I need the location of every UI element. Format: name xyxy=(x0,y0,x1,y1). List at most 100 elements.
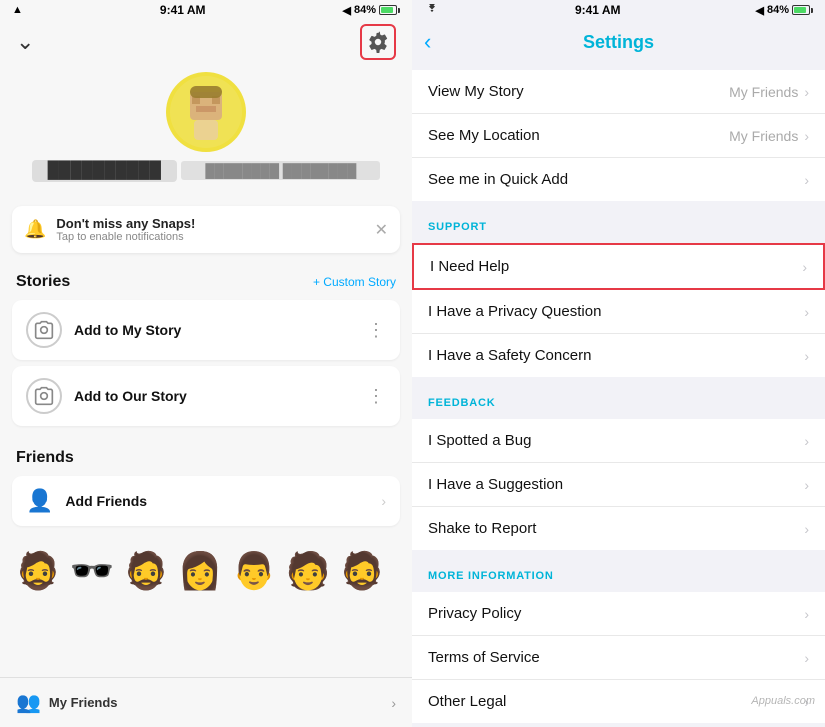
add-my-story-item[interactable]: Add to My Story ⋮ xyxy=(12,300,400,360)
view-my-story-label: View My Story xyxy=(428,83,729,100)
see-my-location-chevron: › xyxy=(804,128,809,144)
feedback-section-label: FEEDBACK xyxy=(412,383,825,413)
close-icon[interactable]: ✕ xyxy=(375,220,388,240)
left-time: 9:41 AM xyxy=(160,3,206,17)
privacy-group: View My Story My Friends › See My Locati… xyxy=(412,70,825,201)
my-friends-label[interactable]: My Friends xyxy=(49,695,118,710)
right-status-bar: 9:41 AM ◀ 84% xyxy=(412,0,825,20)
see-my-location-label: See My Location xyxy=(428,127,729,144)
other-legal-label: Other Legal xyxy=(428,693,804,710)
friend-avatar-3[interactable]: 🧔 xyxy=(120,537,172,605)
safety-concern-chevron: › xyxy=(804,348,809,364)
privacy-policy-chevron: › xyxy=(804,606,809,622)
shake-to-report-row[interactable]: Shake to Report › xyxy=(412,507,825,550)
bottom-tab-bar: 👥 My Friends › xyxy=(0,677,412,727)
custom-story-button[interactable]: + Custom Story xyxy=(313,275,396,289)
right-time: 9:41 AM xyxy=(575,3,621,17)
battery-icon xyxy=(379,5,400,15)
friends-section: Friends 👤 Add Friends › xyxy=(0,429,412,533)
see-my-location-row[interactable]: See My Location My Friends › xyxy=(412,114,825,158)
privacy-question-label: I Have a Privacy Question xyxy=(428,303,804,320)
wifi-icon xyxy=(424,4,440,14)
my-story-menu-icon[interactable]: ⋮ xyxy=(367,320,386,341)
my-friends-chevron: › xyxy=(391,695,396,711)
support-group: I Need Help › I Have a Privacy Question … xyxy=(412,243,825,377)
friend-avatar-1[interactable]: 🧔 xyxy=(12,537,64,605)
quick-add-label: See me in Quick Add xyxy=(428,171,804,188)
view-my-story-row[interactable]: View My Story My Friends › xyxy=(412,70,825,114)
i-need-help-row[interactable]: I Need Help › xyxy=(412,243,825,290)
notification-subtitle: Tap to enable notifications xyxy=(56,231,364,243)
privacy-policy-row[interactable]: Privacy Policy › xyxy=(412,592,825,636)
safety-concern-label: I Have a Safety Concern xyxy=(428,347,804,364)
view-my-story-value: My Friends xyxy=(729,84,798,100)
i-need-help-label: I Need Help xyxy=(430,258,802,275)
friend-avatar-2[interactable]: 🕶️ xyxy=(66,537,118,605)
privacy-question-row[interactable]: I Have a Privacy Question › xyxy=(412,290,825,334)
avatar[interactable] xyxy=(166,72,246,152)
privacy-question-chevron: › xyxy=(804,304,809,320)
chevron-down-icon[interactable]: ⌄ xyxy=(16,29,34,55)
watermark: Appuals.com xyxy=(751,695,815,707)
friends-avatars-row: 🧔 🕶️ 🧔 👩 👨 🧑 🧔 xyxy=(0,533,412,613)
username-handle: ████████ ████████ xyxy=(181,161,380,180)
see-my-location-value: My Friends xyxy=(729,128,798,144)
add-friends-chevron: › xyxy=(381,493,386,509)
right-battery-icon xyxy=(792,5,813,15)
gear-button[interactable] xyxy=(360,24,396,60)
right-location-icon: ◀ xyxy=(755,4,763,17)
friend-avatar-6[interactable]: 🧑 xyxy=(282,537,334,605)
left-header: ⌄ xyxy=(0,20,412,64)
username-block: ██████████ ████████ ████████ xyxy=(32,160,381,186)
quick-add-row[interactable]: See me in Quick Add › xyxy=(412,158,825,201)
gear-icon xyxy=(367,31,389,53)
add-our-story-item[interactable]: Add to Our Story ⋮ xyxy=(12,366,400,426)
friend-avatar-5[interactable]: 👨 xyxy=(228,537,280,605)
shake-to-report-chevron: › xyxy=(804,521,809,537)
shake-to-report-label: Shake to Report xyxy=(428,520,804,537)
our-story-icon xyxy=(26,378,62,414)
friend-avatar-7[interactable]: 🧔 xyxy=(336,537,388,605)
safety-concern-row[interactable]: I Have a Safety Concern › xyxy=(412,334,825,377)
person-icon: 👥 xyxy=(16,690,41,715)
privacy-policy-label: Privacy Policy xyxy=(428,605,804,622)
camera-icon xyxy=(34,320,54,340)
suggestion-label: I Have a Suggestion xyxy=(428,476,804,493)
right-battery-pct: 84% xyxy=(767,4,789,16)
friends-title: Friends xyxy=(16,449,74,467)
terms-of-service-label: Terms of Service xyxy=(428,649,804,666)
left-status-right: ◀ 84% xyxy=(343,4,401,17)
feedback-group: I Spotted a Bug › I Have a Suggestion › … xyxy=(412,419,825,550)
quick-add-chevron: › xyxy=(804,172,809,188)
back-button[interactable]: ‹ xyxy=(424,29,431,55)
friend-avatar-4[interactable]: 👩 xyxy=(174,537,226,605)
person-add-icon: 👤 xyxy=(26,488,53,514)
display-name: ██████████ xyxy=(32,160,177,182)
my-story-label: Add to My Story xyxy=(74,322,355,338)
my-story-icon xyxy=(26,312,62,348)
suggestion-row[interactable]: I Have a Suggestion › xyxy=(412,463,825,507)
left-status-bar: ▲ 9:41 AM ◀ 84% xyxy=(0,0,412,20)
right-panel: 9:41 AM ◀ 84% ‹ Settings View My Story M… xyxy=(412,0,825,727)
settings-header: ‹ Settings xyxy=(412,20,825,64)
our-story-label: Add to Our Story xyxy=(74,388,355,404)
right-signal xyxy=(424,4,440,17)
add-friends-item[interactable]: 👤 Add Friends › xyxy=(12,476,400,526)
right-status-right: ◀ 84% xyxy=(755,4,813,17)
more-info-section-label: MORE INFORMATION xyxy=(412,556,825,586)
our-story-menu-icon[interactable]: ⋮ xyxy=(367,386,386,407)
bell-icon: 🔔 xyxy=(24,219,46,240)
notification-banner[interactable]: 🔔 Don't miss any Snaps! Tap to enable no… xyxy=(12,206,400,253)
stories-title: Stories xyxy=(16,273,70,291)
support-section-label: SUPPORT xyxy=(412,207,825,237)
spotted-bug-chevron: › xyxy=(804,433,809,449)
terms-of-service-row[interactable]: Terms of Service › xyxy=(412,636,825,680)
settings-title: Settings xyxy=(583,32,654,53)
notification-title: Don't miss any Snaps! xyxy=(56,216,364,231)
terms-of-service-chevron: › xyxy=(804,650,809,666)
left-panel: ▲ 9:41 AM ◀ 84% ⌄ xyxy=(0,0,412,727)
spotted-bug-row[interactable]: I Spotted a Bug › xyxy=(412,419,825,463)
avatar-image xyxy=(170,76,242,148)
left-status-left: ▲ xyxy=(12,4,23,16)
spotted-bug-label: I Spotted a Bug xyxy=(428,432,804,449)
